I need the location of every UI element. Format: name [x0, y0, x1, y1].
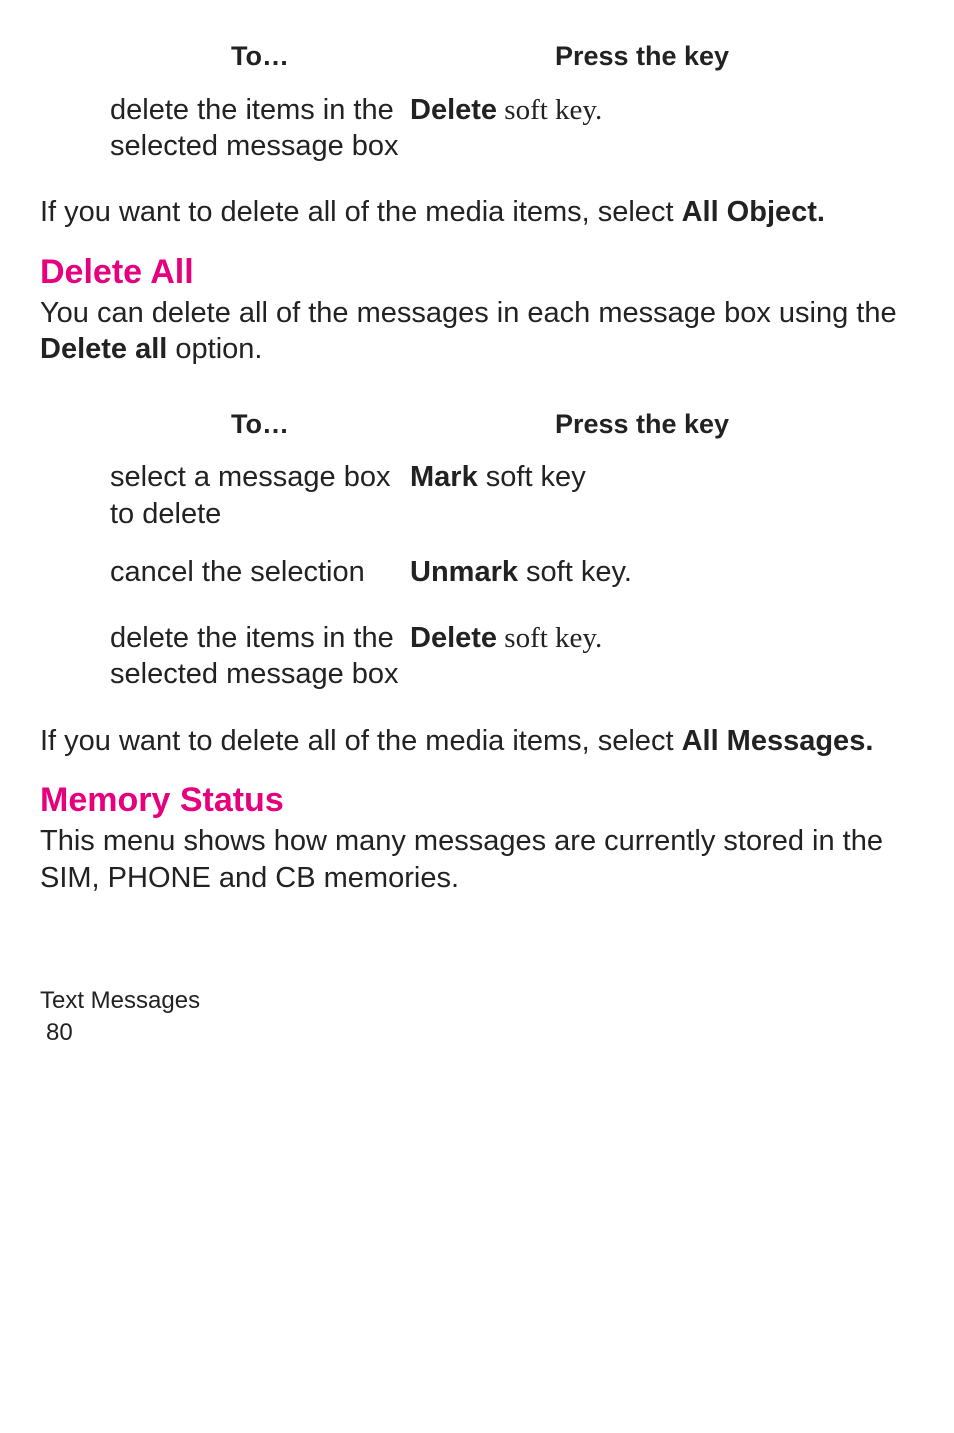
table-header: To… Press the key [110, 408, 874, 442]
paragraph: If you want to delete all of the media i… [40, 723, 914, 759]
section-heading-delete-all: Delete All [40, 251, 914, 294]
footer-text: Text Messages [40, 986, 914, 1016]
cell-key: Unmark soft key. [410, 554, 874, 590]
table-1: To… Press the key delete the items in th… [110, 40, 874, 164]
key-bold: Delete [410, 622, 497, 654]
key-bold: Mark [410, 461, 478, 493]
text: If you want to delete all of the media i… [40, 725, 682, 757]
cell-key: Mark soft key [410, 459, 874, 495]
text-bold: All Object. [682, 196, 825, 228]
cell-to: cancel the selection [110, 554, 410, 590]
cell-to: select a message box to delete [110, 459, 410, 532]
key-rest: soft key. [497, 94, 602, 126]
paragraph: If you want to delete all of the media i… [40, 194, 914, 230]
text: option. [167, 333, 262, 365]
text: You can delete all of the messages in ea… [40, 297, 897, 329]
col-header-to: To… [110, 40, 410, 74]
table-row: delete the items in the selected message… [110, 92, 874, 165]
col-header-to: To… [110, 408, 410, 442]
key-rest: soft key. [518, 556, 632, 588]
col-header-press: Press the key [410, 40, 874, 74]
paragraph: This menu shows how many messages are cu… [40, 823, 914, 896]
cell-key: Delete soft key. [410, 620, 874, 656]
text-bold: All Messages. [682, 725, 874, 757]
section-heading-memory-status: Memory Status [40, 779, 914, 822]
key-rest: soft key [478, 461, 586, 493]
cell-key: Delete soft key. [410, 92, 874, 128]
key-rest: soft key. [497, 622, 602, 654]
table-header: To… Press the key [110, 40, 874, 74]
text: If you want to delete all of the media i… [40, 196, 682, 228]
page-number: 80 [46, 1018, 914, 1048]
cell-to: delete the items in the selected message… [110, 620, 410, 693]
table-2: To… Press the key select a message box t… [110, 408, 874, 693]
cell-to: delete the items in the selected message… [110, 92, 410, 165]
table-row: delete the items in the selected message… [110, 620, 874, 693]
table-row: select a message box to delete Mark soft… [110, 459, 874, 532]
key-bold: Delete [410, 94, 497, 126]
paragraph: You can delete all of the messages in ea… [40, 295, 914, 368]
key-bold: Unmark [410, 556, 518, 588]
col-header-press: Press the key [410, 408, 874, 442]
text-bold: Delete all [40, 333, 167, 365]
table-row: cancel the selection Unmark soft key. [110, 554, 874, 590]
